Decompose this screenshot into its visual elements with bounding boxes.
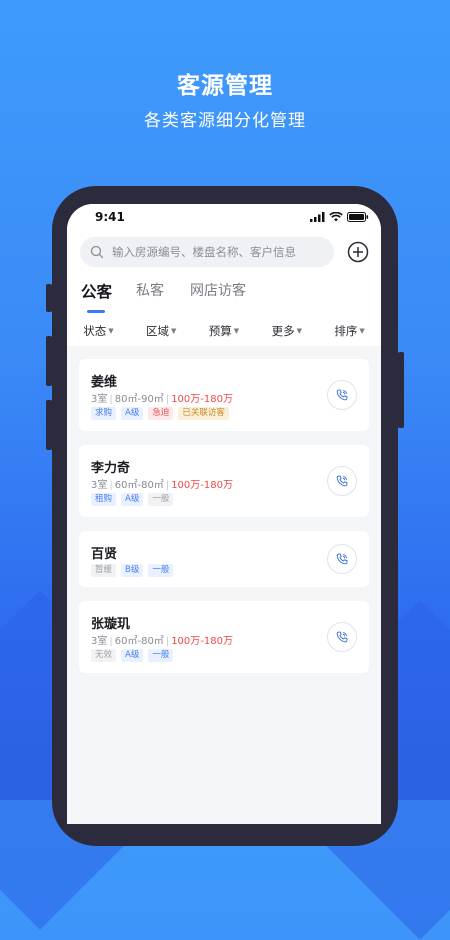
customer-card[interactable]: 李力奇 3室 | 60㎡-80㎡ | 100万-180万 租购 A级 一般 xyxy=(79,445,369,517)
customer-budget: 100万-180万 xyxy=(171,480,233,491)
tab-label: 私客 xyxy=(136,283,165,299)
divider: | xyxy=(165,636,170,647)
tag-list: 租购 A级 一般 xyxy=(91,493,174,506)
filter-region[interactable]: 区域 ▼ xyxy=(146,323,176,339)
tag: 暂缓 xyxy=(91,564,117,577)
search-bar[interactable] xyxy=(80,237,334,267)
tag: 一般 xyxy=(148,649,174,662)
phone-power-button xyxy=(398,352,404,428)
status-time: 9:41 xyxy=(95,210,125,224)
tag: B级 xyxy=(121,564,144,577)
tag: A级 xyxy=(121,493,144,506)
customer-area: 60㎡-80㎡ xyxy=(114,480,164,491)
call-button[interactable] xyxy=(327,466,357,496)
filter-more[interactable]: 更多 ▼ xyxy=(272,323,302,339)
tag: 急迫 xyxy=(148,407,174,420)
header-panel: 9:41 输入房源编号、楼盘名称、客户信息 公客 私客 网店访客 状态 ▼ 区域… xyxy=(67,204,381,346)
status-bar: 9:41 xyxy=(67,204,381,232)
customer-details: 3室 | 80㎡-90㎡ | 100万-180万 xyxy=(91,390,233,405)
battery-icon xyxy=(347,212,369,222)
tag: A级 xyxy=(121,407,144,420)
tab-public-clients[interactable]: 公客 xyxy=(81,280,113,313)
filter-bar: 状态 ▼ 区域 ▼ 预算 ▼ 更多 ▼ 排序 ▼ xyxy=(67,316,381,346)
tag: 已关联访客 xyxy=(178,407,229,420)
customer-name: 李力奇 xyxy=(91,461,131,476)
filter-label: 区域 xyxy=(146,324,169,338)
divider: | xyxy=(165,480,170,491)
search-input[interactable] xyxy=(110,244,334,260)
customer-list: 姜维 3室 | 80㎡-90㎡ | 100万-180万 求购 A级 急迫 已关联访客 李… xyxy=(79,359,369,687)
hero-subtitle: 各类客源细分化管理 xyxy=(144,111,306,131)
tag: 求购 xyxy=(91,407,117,420)
call-button[interactable] xyxy=(327,380,357,410)
caret-down-icon: ▼ xyxy=(171,327,177,335)
tag-list: 求购 A级 急迫 已关联访客 xyxy=(91,407,229,420)
customer-budget: 100万-180万 xyxy=(171,636,233,647)
customer-rooms: 3室 xyxy=(91,636,108,647)
phone-icon xyxy=(336,475,348,487)
divider: | xyxy=(109,636,113,647)
call-button[interactable] xyxy=(327,544,357,574)
tag: A级 xyxy=(121,649,144,662)
tab-active-indicator xyxy=(87,310,105,313)
signal-icon xyxy=(310,212,325,222)
tag-list: 暂缓 B级 一般 xyxy=(91,564,174,577)
divider: | xyxy=(109,394,113,405)
tab-store-visitors[interactable]: 网店访客 xyxy=(190,280,246,302)
customer-card[interactable]: 姜维 3室 | 80㎡-90㎡ | 100万-180万 求购 A级 急迫 已关联访客 xyxy=(79,359,369,431)
tag-list: 无效 A级 一般 xyxy=(91,649,174,662)
tab-label: 网店访客 xyxy=(190,283,247,299)
tab-bar: 公客 私客 网店访客 xyxy=(81,280,272,313)
filter-label: 排序 xyxy=(334,324,358,338)
caret-down-icon: ▼ xyxy=(296,327,302,335)
customer-name: 百贤 xyxy=(91,547,118,562)
customer-name: 张璇玑 xyxy=(91,617,131,632)
caret-down-icon: ▼ xyxy=(359,327,365,335)
customer-budget: 100万-180万 xyxy=(171,394,233,405)
tag: 一般 xyxy=(148,493,174,506)
customer-details: 3室 | 60㎡-80㎡ | 100万-180万 xyxy=(91,476,233,491)
hero-title: 客源管理 xyxy=(177,73,273,99)
status-icons xyxy=(310,212,369,222)
caret-down-icon: ▼ xyxy=(108,327,114,335)
wifi-icon xyxy=(329,212,343,222)
customer-area: 60㎡-80㎡ xyxy=(114,636,164,647)
filter-label: 预算 xyxy=(208,324,232,338)
filter-sort[interactable]: 排序 ▼ xyxy=(334,323,364,339)
tab-label: 公客 xyxy=(81,283,113,301)
customer-card[interactable]: 百贤 暂缓 B级 一般 xyxy=(79,531,369,587)
phone-icon xyxy=(336,631,348,643)
customer-area: 80㎡-90㎡ xyxy=(114,394,164,405)
customer-rooms: 3室 xyxy=(91,480,108,491)
customer-details: 3室 | 60㎡-80㎡ | 100万-180万 xyxy=(91,632,233,647)
filter-label: 状态 xyxy=(83,324,107,338)
filter-status[interactable]: 状态 ▼ xyxy=(83,323,113,339)
plus-circle-icon[interactable] xyxy=(347,241,369,263)
filter-budget[interactable]: 预算 ▼ xyxy=(209,323,239,339)
tag: 一般 xyxy=(148,564,174,577)
call-button[interactable] xyxy=(327,622,357,652)
customer-rooms: 3室 xyxy=(91,394,108,405)
customer-card[interactable]: 张璇玑 3室 | 60㎡-80㎡ | 100万-180万 无效 A级 一般 xyxy=(79,601,369,673)
tab-private-clients[interactable]: 私客 xyxy=(136,280,164,302)
tag: 租购 xyxy=(91,493,117,506)
phone-icon xyxy=(336,553,348,565)
phone-icon xyxy=(336,389,348,401)
phone-screen: 9:41 输入房源编号、楼盘名称、客户信息 公客 私客 网店访客 状态 ▼ 区域… xyxy=(67,204,381,824)
search-icon xyxy=(90,245,104,259)
filter-label: 更多 xyxy=(271,324,295,338)
divider: | xyxy=(109,480,113,491)
divider: | xyxy=(165,394,170,405)
customer-name: 姜维 xyxy=(91,375,118,390)
caret-down-icon: ▼ xyxy=(233,327,240,335)
tag: 无效 xyxy=(91,649,117,662)
